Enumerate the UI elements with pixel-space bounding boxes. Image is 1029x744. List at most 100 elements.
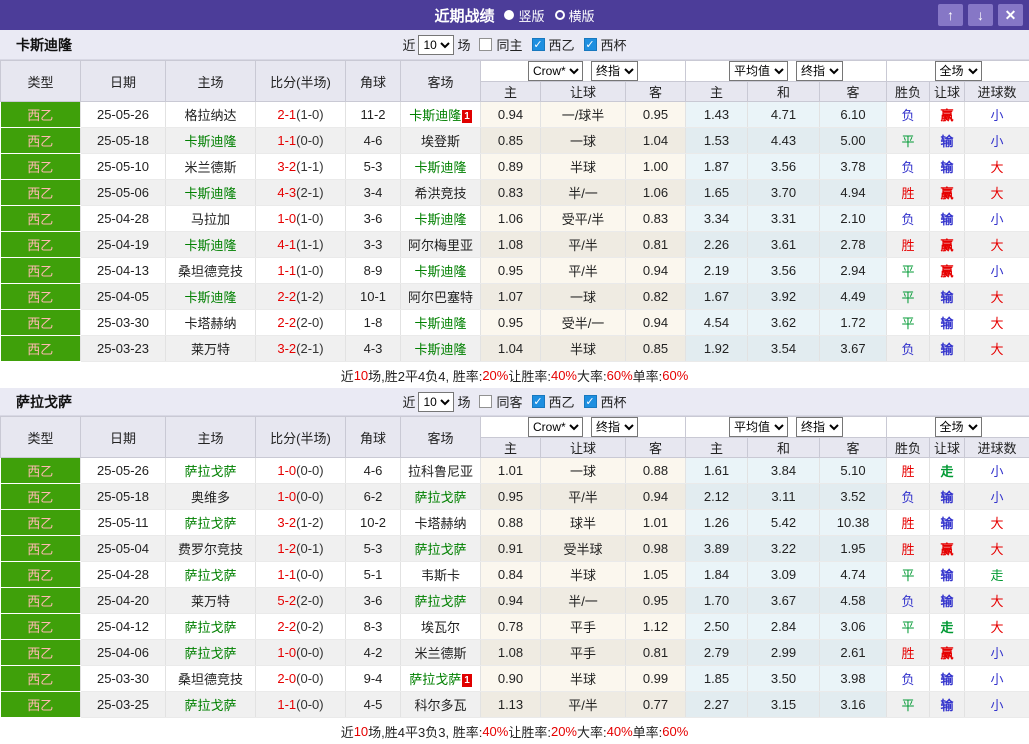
radio-vertical-layout[interactable]: 竖版: [504, 6, 544, 25]
home-team: 莱万特: [166, 588, 256, 614]
match-date: 25-03-23: [81, 336, 166, 362]
average-select[interactable]: 平均值: [729, 417, 788, 437]
odds-home: 0.88: [481, 510, 541, 536]
scope-select[interactable]: 全场: [935, 61, 982, 81]
scope-select[interactable]: 全场: [935, 417, 982, 437]
corner-score: 5-3: [346, 154, 401, 180]
table-row: 西乙25-04-12萨拉戈萨2-2(0-2)8-3埃瓦尔0.78平手1.122.…: [1, 614, 1029, 640]
winloss-result: 胜: [887, 180, 930, 206]
avg-draw-odds: 3.56: [748, 154, 820, 180]
odds-away: 1.04: [626, 128, 686, 154]
section-control-bar: 萨拉戈萨 近 10 场 同客 西乙 西杯: [0, 388, 1029, 416]
home-team: 萨拉戈萨: [166, 640, 256, 666]
avg-draw-odds: 4.71: [748, 102, 820, 128]
average-selects-cell: 平均值 终指: [686, 61, 887, 82]
away-team: 萨拉戈萨1: [401, 666, 481, 692]
recent-count-select[interactable]: 10: [418, 35, 454, 55]
cup-checkbox[interactable]: [584, 38, 597, 51]
handicap-result: 走: [930, 614, 965, 640]
odds-away: 1.06: [626, 180, 686, 206]
odds-away: 0.81: [626, 640, 686, 666]
section-summary: 近10场,胜2平4负4, 胜率:20% 让胜率:40% 大率:60% 单率:60…: [0, 362, 1029, 388]
winloss-result: 负: [887, 336, 930, 362]
avg-away-odds: 2.10: [820, 206, 887, 232]
home-team: 卡塔赫纳: [166, 310, 256, 336]
same-side-checkbox[interactable]: [479, 38, 492, 51]
league-checkbox[interactable]: [532, 38, 545, 51]
home-team: 卡斯迪隆: [166, 128, 256, 154]
close-button[interactable]: ✕: [998, 4, 1023, 26]
home-team: 萨拉戈萨: [166, 692, 256, 718]
odds-time-select[interactable]: 终指: [591, 61, 638, 81]
league-type: 西乙: [1, 336, 81, 362]
radio-unselected-icon: [555, 10, 565, 20]
avg-away-odds: 3.78: [820, 154, 887, 180]
avg-draw-odds: 3.70: [748, 180, 820, 206]
move-up-button[interactable]: ↑: [938, 4, 963, 26]
handicap-result: 输: [930, 336, 965, 362]
avg-home-odds: 1.67: [686, 284, 748, 310]
half-time-score: (0-0): [296, 133, 323, 148]
handicap-result: 赢: [930, 102, 965, 128]
move-down-button[interactable]: ↓: [968, 4, 993, 26]
average-time-select[interactable]: 终指: [796, 61, 843, 81]
full-time-score: 1-2: [277, 541, 296, 556]
half-time-score: (1-2): [296, 515, 323, 530]
home-team-label: 费罗尔竞技: [178, 542, 243, 557]
odds-selects-cell: Crow* 终指: [481, 417, 686, 438]
col-header-handicap-result: 让球: [930, 438, 965, 458]
league-checkbox[interactable]: [532, 395, 545, 408]
average-select[interactable]: 平均值: [729, 61, 788, 81]
avg-away-odds: 4.94: [820, 180, 887, 206]
odds-away: 1.12: [626, 614, 686, 640]
home-team-label: 卡塔赫纳: [184, 316, 236, 331]
handicap-result: 输: [930, 562, 965, 588]
away-team: 卡斯迪隆: [401, 258, 481, 284]
handicap-result: 输: [930, 206, 965, 232]
odds-source-select[interactable]: Crow*: [528, 61, 583, 81]
average-time-select[interactable]: 终指: [796, 417, 843, 437]
summary-segment: 大率:: [577, 366, 607, 385]
match-date: 25-04-28: [81, 206, 166, 232]
cup-checkbox[interactable]: [584, 395, 597, 408]
winloss-result: 负: [887, 154, 930, 180]
same-side-checkbox[interactable]: [479, 395, 492, 408]
half-time-score: (1-2): [296, 289, 323, 304]
away-team: 埃瓦尔: [401, 614, 481, 640]
odds-home: 0.85: [481, 128, 541, 154]
table-row: 西乙25-05-26萨拉戈萨1-0(0-0)4-6拉科鲁尼亚1.01一球0.88…: [1, 458, 1029, 484]
away-team-label: 拉科鲁尼亚: [408, 464, 473, 479]
home-team: 桑坦德竞技: [166, 258, 256, 284]
match-date: 25-04-28: [81, 562, 166, 588]
handicap-result: 走: [930, 458, 965, 484]
winloss-result: 平: [887, 562, 930, 588]
home-team: 萨拉戈萨: [166, 510, 256, 536]
home-team-label: 马拉加: [191, 212, 230, 227]
radio-horizontal-layout[interactable]: 横版: [555, 6, 595, 25]
winloss-result: 胜: [887, 536, 930, 562]
league-type: 西乙: [1, 180, 81, 206]
odds-source-select[interactable]: Crow*: [528, 417, 583, 437]
winloss-result: 平: [887, 128, 930, 154]
corner-score: 4-5: [346, 692, 401, 718]
avg-away-odds: 2.94: [820, 258, 887, 284]
summary-segment: 60%: [607, 368, 633, 383]
league-label: 西乙: [549, 392, 575, 411]
match-date: 25-03-30: [81, 666, 166, 692]
away-team-label: 卡斯迪隆: [414, 160, 466, 175]
away-team: 卡塔赫纳: [401, 510, 481, 536]
full-time-score: 5-2: [277, 593, 296, 608]
home-team-label: 萨拉戈萨: [184, 516, 236, 531]
away-team-label: 科尔多瓦: [414, 698, 466, 713]
average-selects-cell: 平均值 终指: [686, 417, 887, 438]
summary-segment: 20%: [551, 724, 577, 739]
odds-time-select[interactable]: 终指: [591, 417, 638, 437]
results-table-1: 类型 日期 主场 比分(半场) 角球 客场 Crow* 终指 平均值 终指 全场: [0, 60, 1029, 362]
recent-count-select[interactable]: 10: [418, 392, 454, 412]
corner-score: 5-3: [346, 536, 401, 562]
avg-home-odds: 1.43: [686, 102, 748, 128]
away-team-label: 阿尔梅里亚: [408, 238, 473, 253]
half-time-score: (0-2): [296, 619, 323, 634]
home-team-label: 萨拉戈萨: [184, 698, 236, 713]
full-time-score: 2-0: [277, 671, 296, 686]
